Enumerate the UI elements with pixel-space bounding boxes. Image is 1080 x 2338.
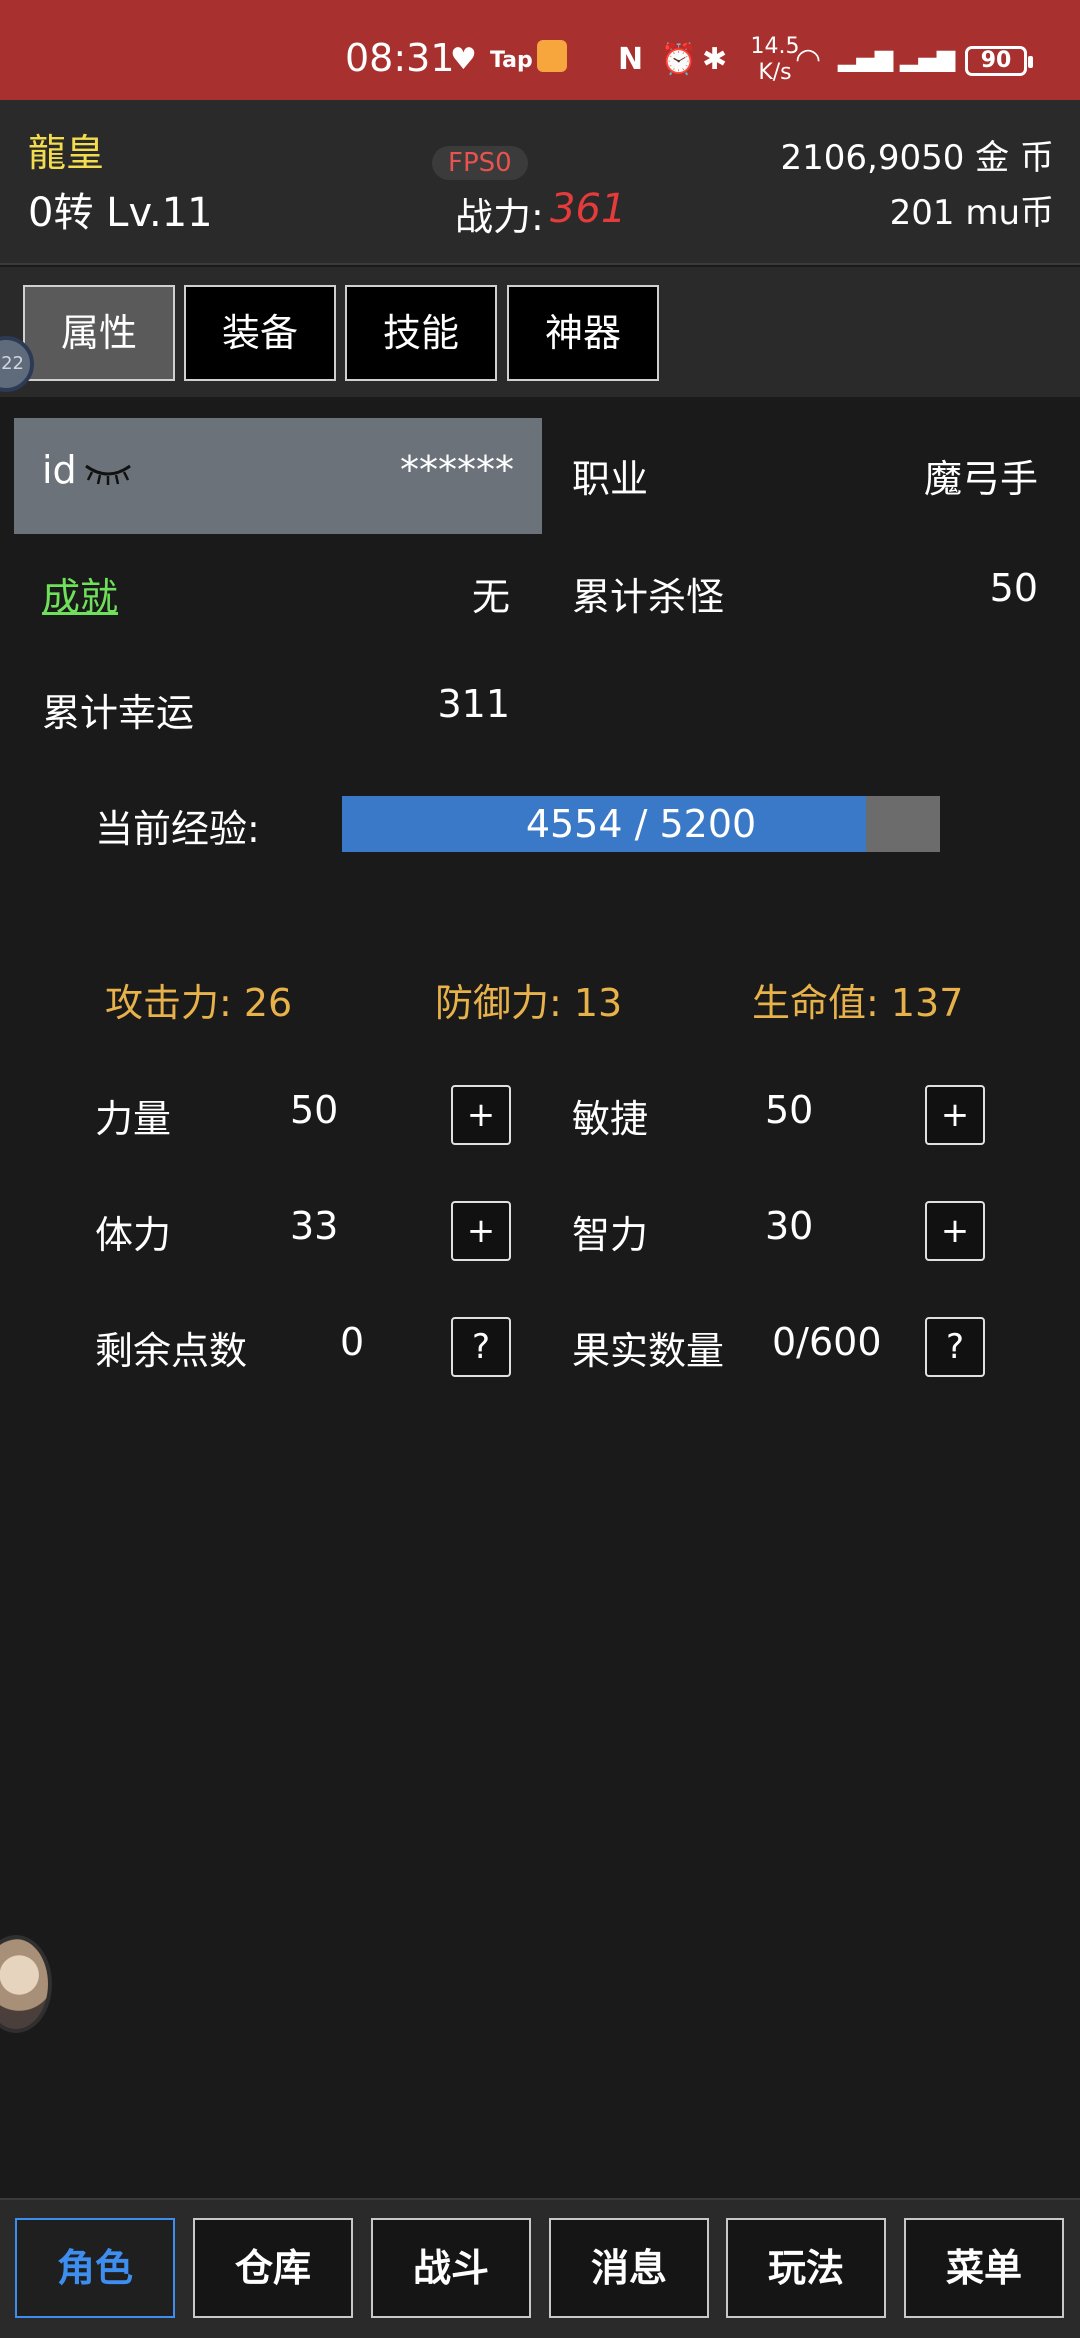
signal-5g-icon: ▂▄▆ <box>900 44 956 72</box>
tab-bar: 属性 装备 技能 神器 <box>0 267 1080 397</box>
stamina-value: 33 <box>290 1204 339 1248</box>
fruit-value: 0/600 <box>772 1320 882 1364</box>
achievement-link[interactable]: 成就 <box>42 566 118 621</box>
agility-label: 敏捷 <box>572 1097 649 1141</box>
player-name: 龍皇 <box>28 131 105 175</box>
strength-label: 力量 <box>95 1097 172 1141</box>
alarm-icon: ⏰ <box>660 42 698 77</box>
nav-warehouse[interactable]: 仓库 <box>193 2218 353 2318</box>
points-label: 剩余点数 <box>95 1329 248 1373</box>
intellect-label: 智力 <box>572 1213 649 1257</box>
id-field[interactable]: id ****** <box>14 418 542 534</box>
fruit-help-button[interactable]: ? <box>925 1317 985 1377</box>
job-value: 魔弓手 <box>923 457 1038 501</box>
tab-equipment[interactable]: 装备 <box>184 285 336 381</box>
player-level: 0转 Lv.11 <box>28 190 213 236</box>
taptap-icon: Tap <box>490 48 533 73</box>
strength-plus-button[interactable]: + <box>451 1085 511 1145</box>
power-label: 战力: <box>455 195 544 239</box>
attack-stat: 攻击力: 26 <box>105 981 293 1025</box>
defense-stat: 防御力: 13 <box>435 981 623 1025</box>
hp-stat: 生命值: 137 <box>752 981 964 1025</box>
fruit-label: 果实数量 <box>572 1329 725 1373</box>
exp-bar: 4554 / 5200 <box>342 796 940 852</box>
floating-avatar[interactable] <box>0 1935 52 2033</box>
signal-4g-icon: ▂▄▆ <box>838 44 894 72</box>
agility-plus-button[interactable]: + <box>925 1085 985 1145</box>
kills-label: 累计杀怪 <box>572 575 725 619</box>
nav-menu[interactable]: 菜单 <box>904 2218 1064 2318</box>
exp-label: 当前经验: <box>95 807 260 851</box>
kills-value: 50 <box>989 566 1038 610</box>
nav-character[interactable]: 角色 <box>15 2218 175 2318</box>
intellect-plus-button[interactable]: + <box>925 1201 985 1261</box>
eye-closed-icon[interactable] <box>82 460 134 488</box>
id-value: ****** <box>400 448 514 492</box>
power-value: 361 <box>550 186 627 232</box>
achievement-value: 无 <box>471 575 510 619</box>
fps-counter: FPS0 <box>432 146 528 180</box>
status-bar: 08:31 ♥ Tap N ⏰ ✱ 14.5 K/s ◠ ▂▄▆ ▂▄▆ 90 <box>0 0 1080 100</box>
bottom-nav: 角色 仓库 战斗 消息 玩法 菜单 <box>0 2198 1080 2338</box>
status-time: 08:31 <box>345 36 455 80</box>
tab-skills[interactable]: 技能 <box>345 285 497 381</box>
battery-icon: 90 <box>965 46 1033 76</box>
job-label: 职业 <box>572 457 649 501</box>
stamina-label: 体力 <box>95 1213 172 1257</box>
id-label: id <box>42 448 77 492</box>
nav-gameplay[interactable]: 玩法 <box>726 2218 886 2318</box>
nfc-icon: N <box>618 42 644 77</box>
stamina-plus-button[interactable]: + <box>451 1201 511 1261</box>
gold-balance: 2106,9050 金 币 <box>780 138 1054 178</box>
exp-text: 4554 / 5200 <box>525 802 757 846</box>
intellect-value: 30 <box>765 1204 814 1248</box>
tab-attributes[interactable]: 属性 <box>23 285 175 381</box>
health-icon: ♥ <box>450 42 477 77</box>
tab-artifacts[interactable]: 神器 <box>507 285 659 381</box>
points-help-button[interactable]: ? <box>451 1317 511 1377</box>
points-value: 0 <box>340 1320 365 1364</box>
bluetooth-icon: ✱ <box>702 42 728 77</box>
player-header: 龍皇 0转 Lv.11 FPS0 战力: 361 2106,9050 金 币 2… <box>0 100 1080 265</box>
nav-battle[interactable]: 战斗 <box>371 2218 531 2318</box>
luck-label: 累计幸运 <box>42 691 195 735</box>
agility-value: 50 <box>765 1088 814 1132</box>
luck-value: 311 <box>437 682 510 726</box>
nav-messages[interactable]: 消息 <box>549 2218 709 2318</box>
app-notify-icon <box>537 40 567 72</box>
mu-balance: 201 mu币 <box>889 193 1054 233</box>
wifi-icon: ◠ <box>795 42 822 77</box>
strength-value: 50 <box>290 1088 339 1132</box>
